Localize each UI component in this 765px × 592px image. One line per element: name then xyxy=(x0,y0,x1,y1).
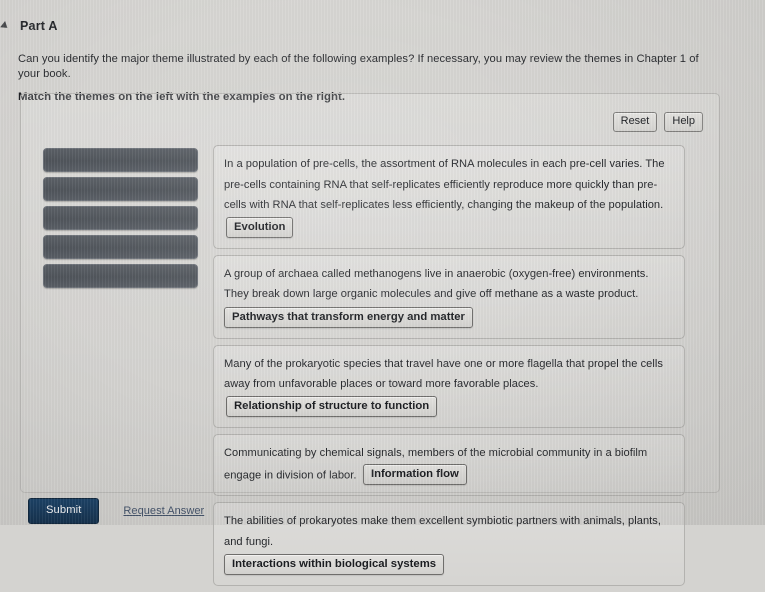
example-item: In a population of pre-cells, the assort… xyxy=(213,145,685,249)
answer-chip[interactable]: Interactions within biological systems xyxy=(224,554,445,576)
submit-button[interactable]: Submit xyxy=(28,498,100,524)
theme-drop-slot[interactable] xyxy=(43,264,198,288)
example-text: Many of the prokaryotic species that tra… xyxy=(224,357,663,391)
theme-drop-slot[interactable] xyxy=(43,206,198,230)
triangle-down-icon[interactable] xyxy=(0,21,10,31)
example-item: A group of archaea called methanogens li… xyxy=(213,254,685,339)
theme-drop-slot[interactable] xyxy=(43,235,198,259)
example-text: In a population of pre-cells, the assort… xyxy=(224,158,665,211)
example-item: Communicating by chemical signals, membe… xyxy=(213,433,685,497)
example-text: The abilities of prokaryotes make them e… xyxy=(224,515,662,548)
part-header: Part A xyxy=(0,16,58,36)
answer-chip[interactable]: Relationship of structure to function xyxy=(226,395,438,417)
instructions-line-1: Can you identify the major theme illustr… xyxy=(18,53,699,80)
answer-chip[interactable]: Pathways that transform energy and matte… xyxy=(224,306,473,328)
matching-activity-panel: Reset Help In a population of pre-cells,… xyxy=(20,93,720,587)
theme-drop-target-list xyxy=(43,148,198,293)
example-text: A group of archaea called methanogens li… xyxy=(224,267,649,301)
page-title: Part A xyxy=(20,19,58,33)
theme-drop-slot[interactable] xyxy=(43,177,198,201)
answer-chip[interactable]: Information flow xyxy=(362,464,467,485)
request-answer-link[interactable]: Request Answer xyxy=(123,505,204,517)
example-item: Many of the prokaryotic species that tra… xyxy=(213,344,685,428)
answer-chip[interactable]: Evolution xyxy=(226,216,294,238)
help-button[interactable]: Help xyxy=(664,112,703,132)
page-background: Part A Can you identify the major theme … xyxy=(0,0,765,587)
example-item: The abilities of prokaryotes make them e… xyxy=(213,502,685,587)
theme-drop-slot[interactable] xyxy=(43,148,198,172)
footer-actions: Submit Request Answer xyxy=(28,498,204,524)
panel-toolbar: Reset Help xyxy=(612,112,703,132)
reset-button[interactable]: Reset xyxy=(612,112,658,132)
